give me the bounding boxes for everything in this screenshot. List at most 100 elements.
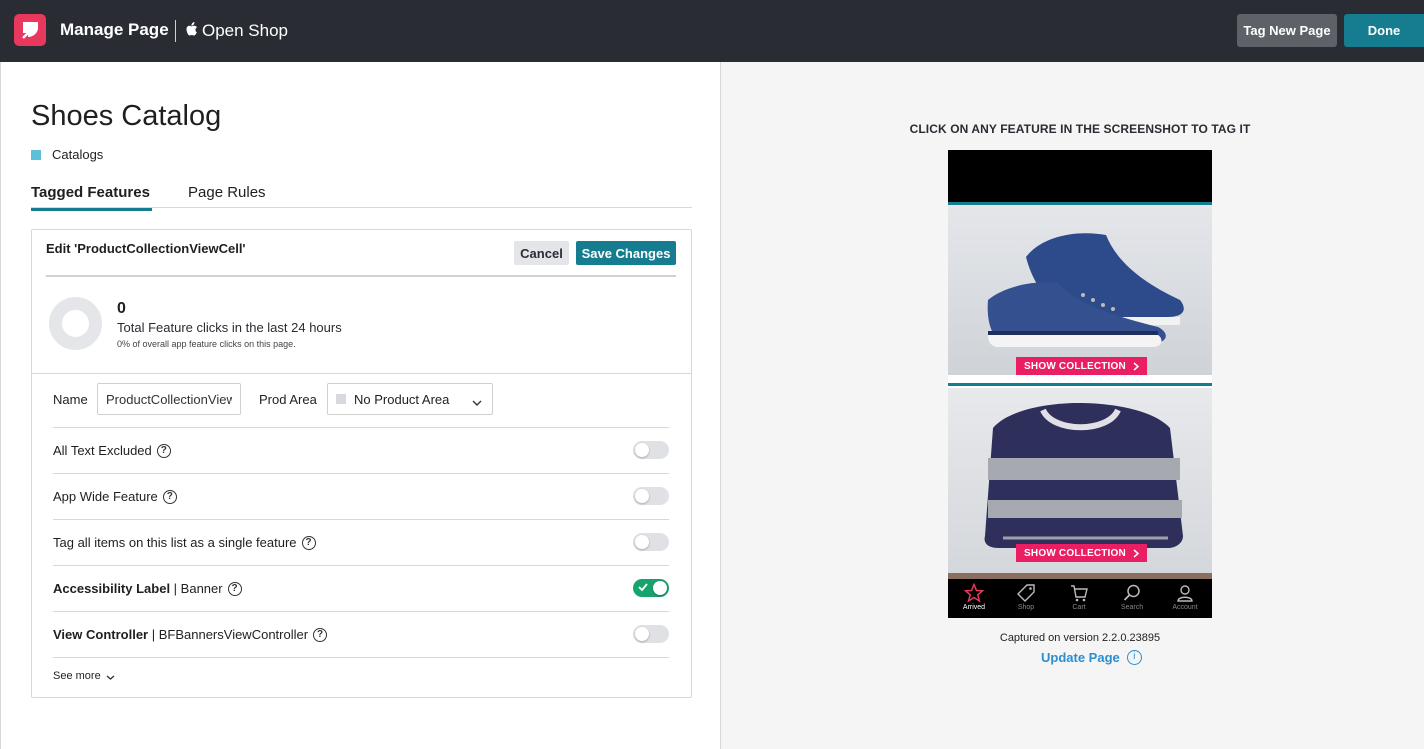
divider bbox=[32, 373, 691, 374]
info-icon[interactable]: i bbox=[1126, 650, 1142, 665]
captured-version-text: Captured on version 2.2.0.23895 bbox=[999, 632, 1161, 644]
app-screenshot[interactable]: SHOW COLLECTION SHOW COLLECTION Arrived … bbox=[948, 150, 1212, 618]
apple-icon bbox=[186, 22, 198, 42]
show-collection-label: SHOW COLLECTION bbox=[1024, 360, 1126, 372]
tab-arrived[interactable]: Arrived bbox=[954, 583, 994, 611]
setting-value: | Banner bbox=[170, 581, 223, 596]
cart-icon bbox=[1071, 585, 1088, 602]
tab-label: Cart bbox=[1072, 604, 1086, 611]
toggle-knob bbox=[635, 443, 649, 457]
accessibility-label-toggle[interactable] bbox=[633, 579, 669, 597]
help-icon[interactable]: ? bbox=[313, 627, 328, 642]
setting-label: Tag all items on this list as a single f… bbox=[53, 535, 297, 550]
app-tab-bar: Arrived Shop Cart Search Account bbox=[948, 579, 1212, 618]
tagging-instructions: CLICK ON ANY FEATURE IN THE SCREENSHOT T… bbox=[909, 122, 1251, 136]
tab-account[interactable]: Account bbox=[1165, 583, 1205, 611]
setting-label: View Controller bbox=[53, 627, 149, 642]
chevron-right-icon bbox=[1133, 361, 1139, 371]
sweater-image bbox=[984, 403, 1183, 548]
pendo-logo-icon[interactable] bbox=[14, 14, 46, 46]
help-icon[interactable]: ? bbox=[156, 443, 171, 458]
category-label: Catalogs bbox=[52, 147, 104, 162]
setting-app-wide-feature: App Wide Feature ? bbox=[53, 473, 669, 519]
cancel-button[interactable]: Cancel bbox=[514, 241, 569, 265]
shoes-image bbox=[987, 233, 1184, 347]
tag-new-page-button[interactable]: Tag New Page bbox=[1237, 14, 1337, 47]
setting-label: App Wide Feature bbox=[53, 489, 158, 504]
tab-cart[interactable]: Cart bbox=[1059, 583, 1099, 611]
chevron-right-icon bbox=[1133, 548, 1139, 558]
toggle-knob bbox=[653, 581, 667, 595]
setting-label: All Text Excluded bbox=[53, 443, 152, 458]
toggle-knob bbox=[635, 627, 649, 641]
divider bbox=[46, 275, 676, 277]
tab-bar: Tagged Features Page Rules bbox=[31, 180, 692, 211]
app-name: Open Shop bbox=[202, 21, 289, 40]
page-title: Shoes Catalog bbox=[31, 100, 222, 132]
tab-tagged-features[interactable]: Tagged Features bbox=[31, 184, 152, 211]
banner-spacer bbox=[948, 375, 1212, 383]
tag-all-items-toggle[interactable] bbox=[633, 533, 669, 551]
setting-value: | BFBannersViewController bbox=[148, 627, 309, 642]
account-icon bbox=[1177, 585, 1193, 602]
banner-sweater[interactable]: SHOW COLLECTION bbox=[948, 388, 1212, 573]
tab-page-rules[interactable]: Page Rules bbox=[188, 184, 266, 208]
tab-label: Search bbox=[1120, 604, 1144, 611]
top-bar: Manage Page Open Shop Tag New Page Done bbox=[0, 0, 1424, 62]
show-collection-label: SHOW COLLECTION bbox=[1024, 547, 1126, 559]
manage-page-title: Manage Page bbox=[60, 20, 169, 39]
prod-area-swatch bbox=[336, 394, 346, 404]
prod-area-value: No Product Area bbox=[354, 391, 450, 407]
feature-clicks-percentage: 0% of overall app feature clicks on this… bbox=[117, 339, 296, 349]
chevron-down-icon bbox=[472, 395, 482, 410]
view-controller-toggle[interactable] bbox=[633, 625, 669, 643]
tab-search[interactable]: Search bbox=[1112, 583, 1152, 611]
app-wide-feature-toggle[interactable] bbox=[633, 487, 669, 505]
title-separator bbox=[175, 20, 176, 42]
save-changes-button[interactable]: Save Changes bbox=[576, 241, 676, 265]
divider bbox=[53, 657, 669, 658]
page-details-panel: Shoes Catalog Catalogs Tagged Features P… bbox=[0, 62, 720, 749]
show-collection-button[interactable]: SHOW COLLECTION bbox=[1016, 544, 1147, 562]
prod-area-select[interactable]: No Product Area bbox=[327, 383, 493, 415]
setting-tag-all-items: Tag all items on this list as a single f… bbox=[53, 519, 669, 565]
done-button[interactable]: Done bbox=[1344, 14, 1424, 47]
setting-view-controller: View Controller | BFBannersViewControlle… bbox=[53, 611, 669, 657]
name-label: Name bbox=[53, 392, 88, 407]
help-icon[interactable]: ? bbox=[301, 535, 316, 550]
search-icon bbox=[1123, 584, 1140, 601]
tab-label: Account bbox=[1172, 604, 1198, 611]
edit-feature-card: Edit 'ProductCollectionViewCell' Cancel … bbox=[31, 229, 692, 698]
toggle-knob bbox=[635, 489, 649, 503]
update-page-label: Update Page bbox=[1041, 650, 1120, 665]
edit-feature-title: Edit 'ProductCollectionViewCell' bbox=[46, 241, 246, 256]
setting-all-text-excluded: All Text Excluded ? bbox=[53, 427, 669, 473]
toggle-knob bbox=[635, 535, 649, 549]
tab-label: Arrived bbox=[962, 604, 986, 611]
update-page-link[interactable]: Update Page i bbox=[1041, 650, 1142, 665]
status-bar bbox=[948, 150, 1212, 202]
help-icon[interactable]: ? bbox=[162, 489, 177, 504]
clicks-donut-chart bbox=[49, 297, 102, 350]
page-category: Catalogs bbox=[31, 147, 103, 162]
feature-clicks-count: 0 bbox=[117, 300, 126, 317]
check-icon bbox=[638, 583, 648, 592]
see-more-link[interactable]: See more bbox=[53, 670, 115, 682]
tab-shop[interactable]: Shop bbox=[1006, 583, 1046, 611]
tag-icon bbox=[1017, 584, 1035, 602]
category-color-swatch bbox=[31, 149, 41, 160]
accent-line bbox=[948, 383, 1212, 386]
tab-label: Shop bbox=[1017, 604, 1035, 611]
screenshot-preview-panel: CLICK ON ANY FEATURE IN THE SCREENSHOT T… bbox=[720, 62, 1424, 749]
show-collection-button[interactable]: SHOW COLLECTION bbox=[1016, 357, 1147, 375]
setting-label: Accessibility Label bbox=[53, 581, 171, 596]
feature-clicks-label: Total Feature clicks in the last 24 hour… bbox=[117, 320, 342, 335]
setting-accessibility-label: Accessibility Label | Banner ? bbox=[53, 565, 669, 611]
help-icon[interactable]: ? bbox=[227, 581, 242, 596]
feature-name-input[interactable] bbox=[97, 383, 241, 415]
all-text-excluded-toggle[interactable] bbox=[633, 441, 669, 459]
banner-shoes[interactable]: SHOW COLLECTION bbox=[948, 205, 1212, 383]
chevron-down-icon bbox=[106, 675, 115, 680]
prod-area-label: Prod Area bbox=[259, 392, 317, 407]
see-more-label: See more bbox=[53, 670, 101, 682]
